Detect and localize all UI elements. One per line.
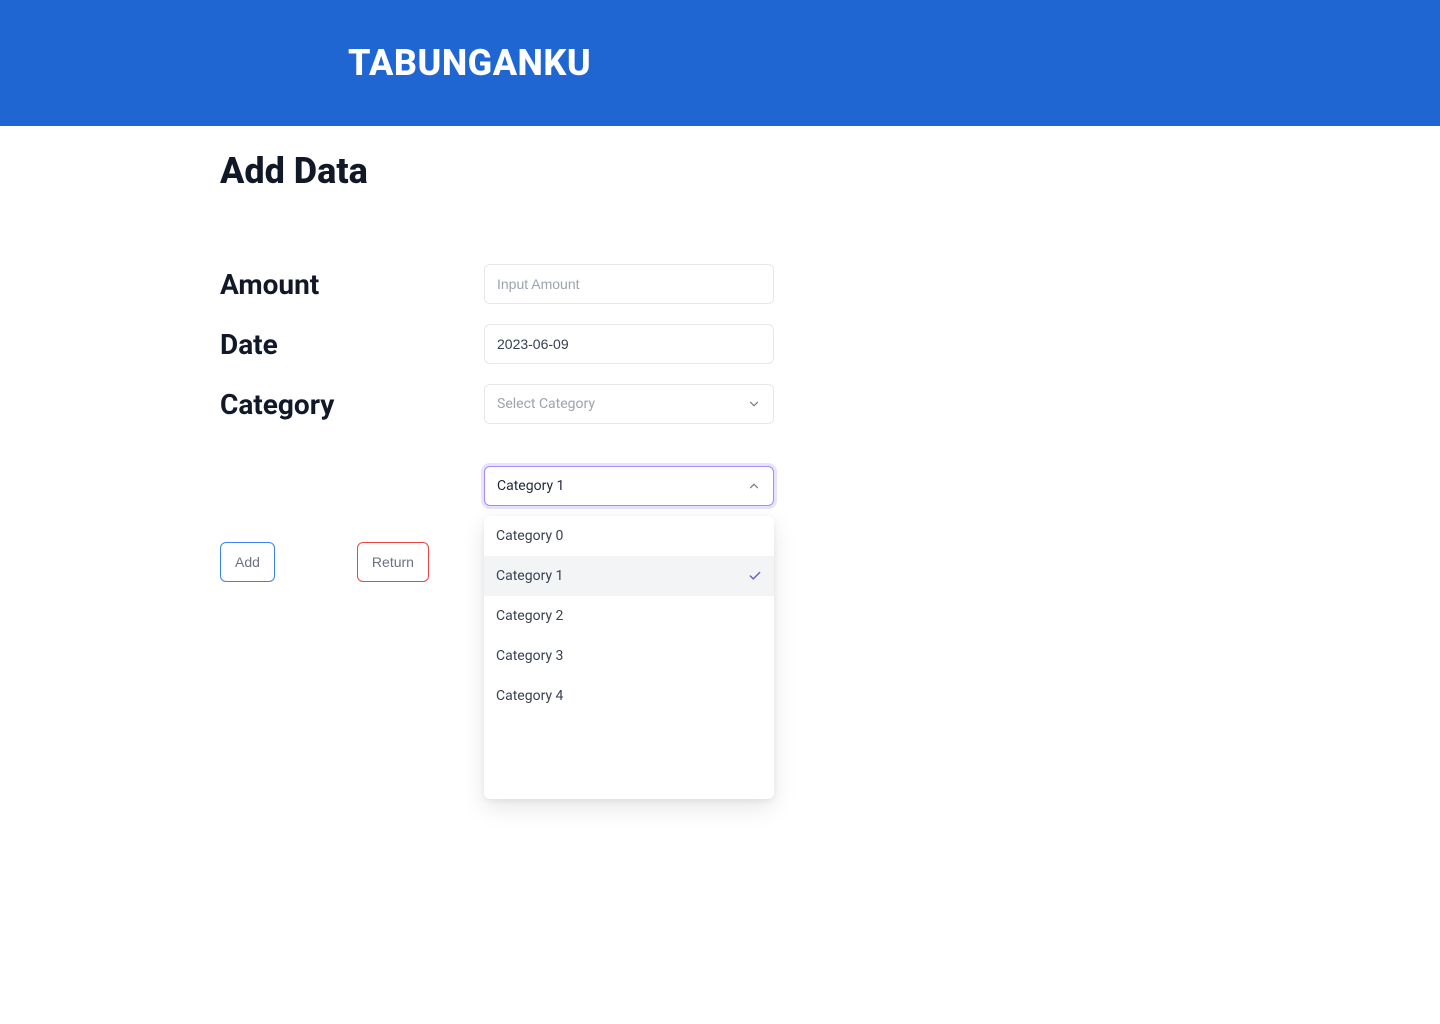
date-label: Date: [220, 328, 484, 361]
amount-label: Amount: [220, 268, 484, 301]
category2-selected-label: Category 1: [497, 478, 564, 494]
dropdown-option-label: Category 2: [496, 608, 563, 624]
add-button[interactable]: Add: [220, 542, 275, 582]
dropdown-option[interactable]: Category 2: [484, 596, 774, 636]
return-button[interactable]: Return: [357, 542, 429, 582]
dropdown-option[interactable]: Category 4: [484, 676, 774, 716]
dropdown-option-label: Category 0: [496, 528, 563, 544]
app-header: TABUNGANKU: [0, 0, 1440, 126]
dropdown-option[interactable]: Category 3: [484, 636, 774, 676]
category-select[interactable]: Select Category: [484, 384, 774, 424]
category-row: Category Select Category: [220, 384, 1220, 424]
chevron-up-icon: [747, 479, 761, 493]
dropdown-option-label: Category 4: [496, 688, 563, 704]
category-label: Category: [220, 388, 484, 421]
category2-row: Category 1 Category 0 Category 1 Categor…: [220, 466, 1220, 506]
page-title: Add Data: [220, 150, 1220, 192]
amount-row: Amount: [220, 264, 1220, 304]
chevron-down-icon: [747, 397, 761, 411]
category2-dropdown: Category 0 Category 1 Category 2 Categor…: [484, 516, 774, 799]
dropdown-option-label: Category 3: [496, 648, 563, 664]
dropdown-option[interactable]: Category 1: [484, 556, 774, 596]
dropdown-option[interactable]: Category 0: [484, 516, 774, 556]
main-content: Add Data Amount Date Category Select Cat…: [220, 126, 1220, 582]
category-select-placeholder: Select Category: [497, 396, 595, 412]
dropdown-option-label: Category 1: [496, 568, 563, 584]
date-row: Date: [220, 324, 1220, 364]
date-input[interactable]: [484, 324, 774, 364]
brand-title: TABUNGANKU: [348, 42, 591, 84]
category2-select[interactable]: Category 1: [484, 466, 774, 506]
amount-input[interactable]: [484, 264, 774, 304]
check-icon: [748, 569, 762, 583]
